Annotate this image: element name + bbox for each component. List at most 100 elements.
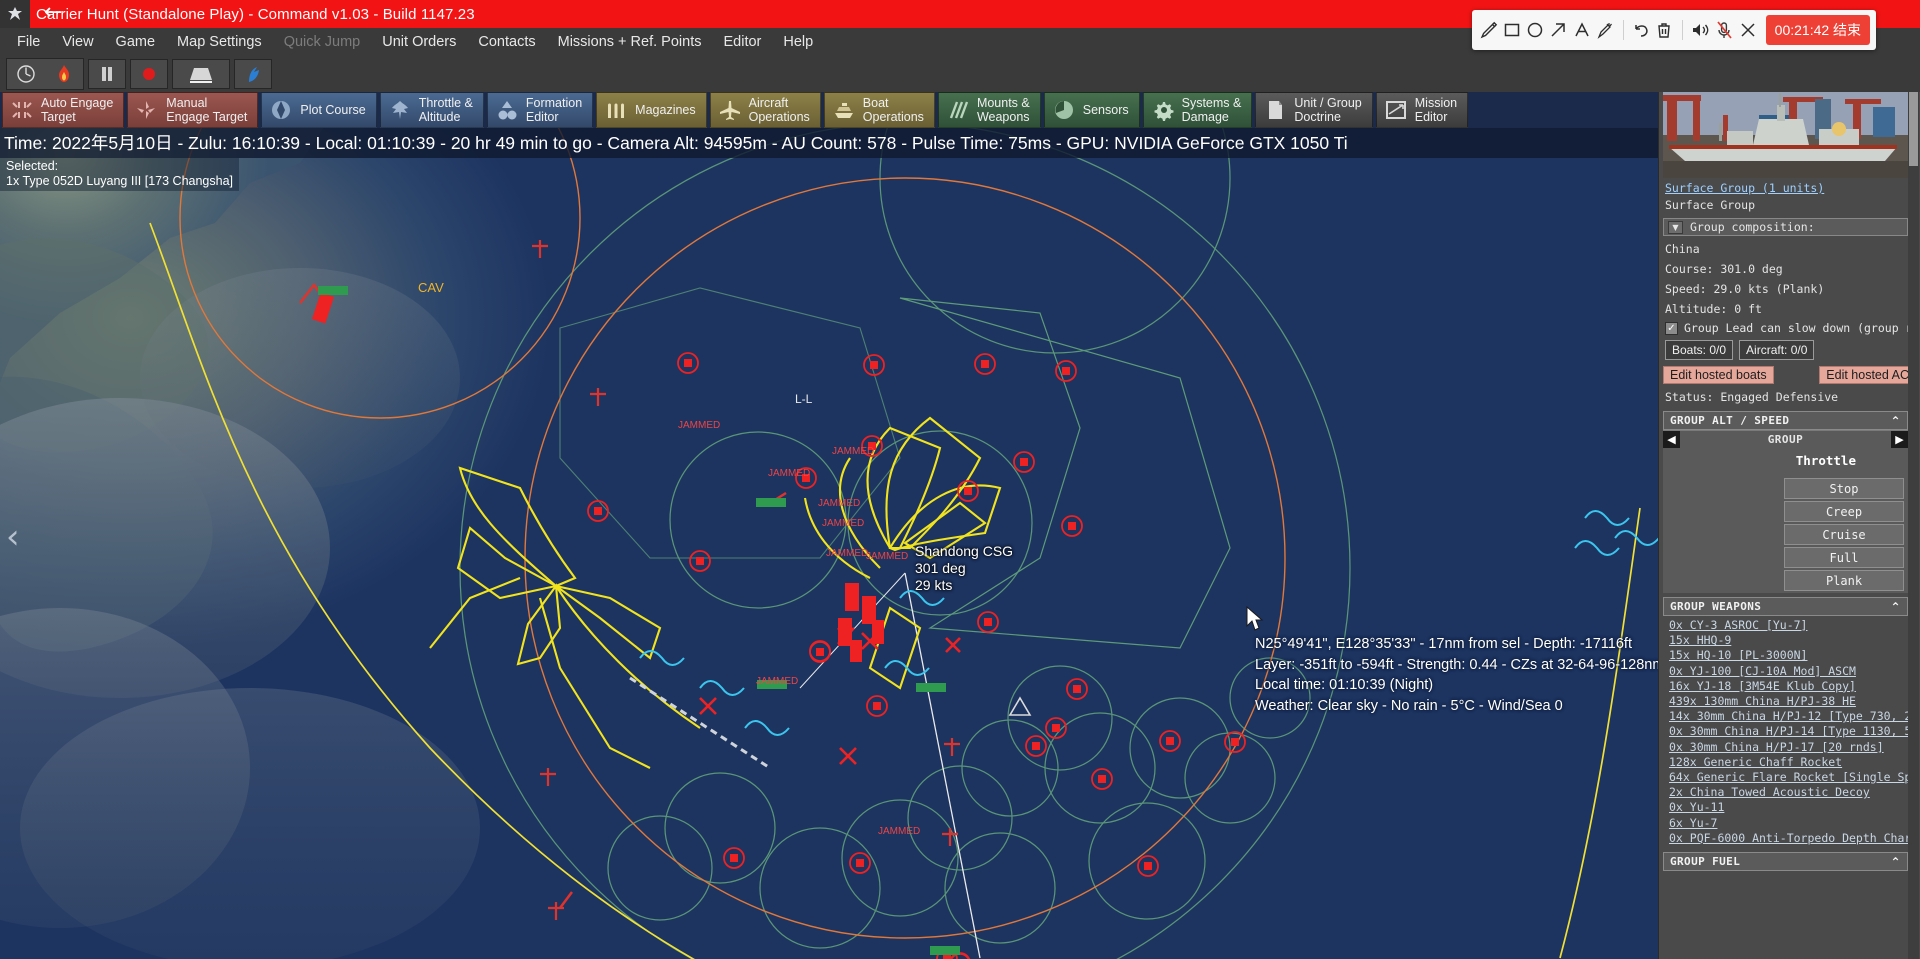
aircraft-ops-icon [717, 97, 743, 123]
menu-help[interactable]: Help [772, 31, 824, 53]
menu-file[interactable]: File [6, 31, 51, 53]
scope-label: GROUP [1767, 433, 1804, 446]
boats-count-button[interactable]: Boats: 0/0 [1665, 340, 1734, 360]
mic-muted-icon[interactable] [1713, 15, 1735, 45]
menu-contacts[interactable]: Contacts [467, 31, 546, 53]
chevron-up-icon[interactable]: ⌃ [1891, 600, 1901, 614]
surface-group-link-text[interactable]: Surface Group (1 units) [1665, 181, 1824, 195]
flame-icon[interactable] [45, 59, 83, 89]
chevron-down-icon[interactable]: ▼ [1668, 220, 1683, 234]
weapon-item[interactable]: 16x YJ-18 [3M54E Klub Copy] [1669, 679, 1908, 694]
group-fuel-header[interactable]: GROUP FUEL ⌃ [1663, 852, 1908, 872]
weapon-item[interactable]: 0x PQF-6000 Anti-Torpedo Depth Char [1669, 831, 1908, 846]
menu-unit-orders[interactable]: Unit Orders [371, 31, 467, 53]
text-icon[interactable] [1571, 15, 1592, 45]
sidebar-scrollbar[interactable] [1908, 84, 1919, 959]
chevron-up-icon[interactable]: ⌃ [1891, 414, 1901, 428]
ribbon-aircraft-operations[interactable]: Aircraft Operations [709, 92, 821, 128]
layers-icon[interactable] [172, 59, 230, 89]
weapon-item[interactable]: 128x Generic Chaff Rocket [1669, 755, 1908, 770]
group-weapons-header[interactable]: GROUP WEAPONS ⌃ [1663, 597, 1908, 616]
throttle-option-creep[interactable]: Creep [1784, 501, 1904, 522]
ribbon-boat-operations[interactable]: Boat Operations [823, 92, 935, 128]
rectangle-icon[interactable] [1501, 15, 1522, 45]
ribbon-manual-engage-target[interactable]: Manual Engage Target [127, 92, 259, 128]
weapon-item[interactable]: 6x Yu-7 [1669, 816, 1908, 831]
close-icon[interactable] [1737, 15, 1758, 45]
ribbon-magazines[interactable]: Magazines [596, 92, 707, 128]
group-type: Surface Group [1665, 198, 1756, 212]
clock-icon[interactable] [7, 59, 45, 89]
group-composition-combo[interactable]: ▼ Group composition: [1663, 218, 1908, 236]
ribbon-sensors[interactable]: Sensors [1043, 92, 1140, 128]
delete-icon[interactable] [1653, 15, 1674, 45]
weapon-item[interactable]: 0x Yu-11 [1669, 800, 1908, 815]
group-weapons-title: GROUP WEAPONS [1670, 600, 1762, 613]
ribbon-label: Magazines [635, 103, 696, 117]
undo-icon[interactable] [1630, 15, 1651, 45]
group-scope-selector[interactable]: ◀ GROUP ▶ [1663, 430, 1908, 449]
edit-hosted-ac-button[interactable]: Edit hosted AC [1819, 366, 1916, 384]
ribbon-systems-damage[interactable]: Systems & Damage [1142, 92, 1253, 128]
speaker-icon[interactable] [1689, 15, 1711, 45]
screen-capture-toolbar[interactable]: 00:21:42 结束 [1472, 10, 1876, 50]
magazines-icon [603, 97, 629, 123]
weapon-item[interactable]: 0x YJ-100 [CJ-10A Mod] ASCM [1669, 664, 1908, 679]
pause-icon[interactable] [88, 59, 126, 89]
weapon-item[interactable]: 14x 30mm China H/PJ-12 [Type 730, 2 [1669, 709, 1908, 724]
menu-view[interactable]: View [51, 31, 104, 53]
back-arrow-icon[interactable]: ← [44, 2, 62, 24]
menu-editor[interactable]: Editor [712, 31, 772, 53]
ellipse-icon[interactable] [1525, 15, 1546, 45]
scope-prev-arrow[interactable]: ◀ [1663, 430, 1680, 449]
scope-next-arrow[interactable]: ▶ [1891, 430, 1908, 449]
surface-group-link[interactable]: Surface Group (1 units) [1659, 178, 1920, 198]
weapon-item[interactable]: 2x China Towed Acoustic Decoy [1669, 785, 1908, 800]
weapon-item[interactable]: 15x HHQ-9 [1669, 633, 1908, 648]
menu-missions-ref-points[interactable]: Missions + Ref. Points [547, 31, 713, 53]
weapon-item[interactable]: 0x 30mm China H/PJ-17 [20 rnds] [1669, 740, 1908, 755]
throttle-option-full[interactable]: Full [1784, 547, 1904, 568]
ribbon-formation-editor[interactable]: Formation Editor [486, 92, 594, 128]
pen-icon[interactable] [1478, 15, 1499, 45]
ribbon-mission-editor[interactable]: Mission Editor [1375, 92, 1469, 128]
arrow-icon[interactable] [1548, 15, 1569, 45]
group-course: Course: 301.0 deg [1665, 262, 1783, 276]
jump-arrow-icon[interactable] [234, 59, 272, 89]
recording-timer[interactable]: 00:21:42 结束 [1765, 15, 1871, 45]
menu-game[interactable]: Game [105, 31, 167, 53]
map-label-jammed: JAMMED [832, 446, 875, 457]
throttle-option-cruise[interactable]: Cruise [1784, 524, 1904, 545]
unit-orders-ribbon[interactable]: Auto Engage Target Manual Engage Target … [0, 92, 1920, 128]
playback-toolbar[interactable] [0, 56, 1920, 92]
throttle-option-stop[interactable]: Stop [1784, 478, 1904, 499]
ribbon-mounts-weapons[interactable]: Mounts & Weapons [937, 92, 1041, 128]
throttle-option-plank[interactable]: Plank [1784, 570, 1904, 591]
unit-info-sidebar[interactable]: GROUP STATUS ⌃ Shandong CSG [1658, 40, 1920, 959]
tactical-map[interactable]: Shandong CSG 301 deg 29 kts CAV L-L JAMM… [0, 128, 1662, 959]
weapon-item[interactable]: 15x HQ-10 [PL-3000N] [1669, 648, 1908, 663]
map-label-jammed: JAMMED [826, 548, 869, 559]
map-label-jammed: JAMMED [768, 468, 811, 479]
highlighter-icon[interactable] [1594, 15, 1615, 45]
edit-hosted-boats-button[interactable]: Edit hosted boats [1663, 366, 1774, 384]
record-icon[interactable] [130, 59, 168, 89]
ribbon-label: Aircraft Operations [748, 96, 810, 124]
weapon-item[interactable]: 0x CY-3 ASROC [Yu-7] [1669, 618, 1908, 633]
group-lead-slowdown-checkbox[interactable]: ✓ Group Lead can slow down (group refor [1659, 319, 1920, 337]
map-prev-arrow[interactable]: ‹ [6, 520, 20, 554]
readout-position: N25°49'41", E128°35'33" - 17nm from sel … [1255, 636, 1632, 652]
readout-weather: Weather: Clear sky - No rain - 5°C - Win… [1255, 697, 1563, 714]
menu-map-settings[interactable]: Map Settings [166, 31, 273, 53]
ribbon-unit-group-doctrine[interactable]: Unit / Group Doctrine [1255, 92, 1373, 128]
ribbon-auto-engage-target[interactable]: Auto Engage Target [2, 92, 125, 128]
group-alt-speed-header[interactable]: GROUP ALT / SPEED ⌃ [1663, 411, 1908, 430]
aircraft-count-button[interactable]: Aircraft: 0/0 [1739, 340, 1815, 360]
checkbox-checked-icon[interactable]: ✓ [1665, 321, 1678, 335]
weapon-item[interactable]: 0x 30mm China H/PJ-14 [Type 1130, 5( [1669, 724, 1908, 739]
weapon-item[interactable]: 439x 130mm China H/PJ-38 HE [1669, 694, 1908, 709]
weapon-item[interactable]: 64x Generic Flare Rocket [Single Sp [1669, 770, 1908, 785]
chevron-up-icon[interactable]: ⌃ [1891, 855, 1901, 869]
ribbon-throttle-altitude[interactable]: Throttle & Altitude [379, 92, 484, 128]
ribbon-plot-course[interactable]: Plot Course [261, 92, 377, 128]
